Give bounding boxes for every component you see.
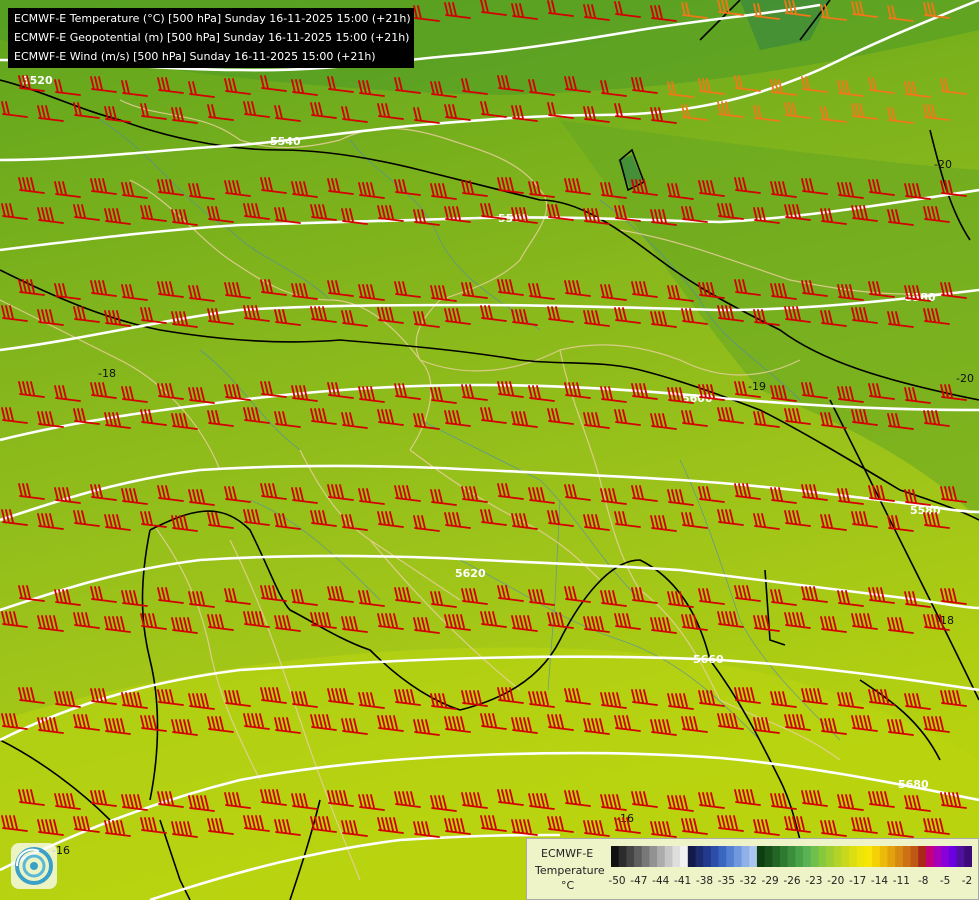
legend-swatch	[641, 846, 650, 867]
isotherm-label: -20	[934, 158, 952, 171]
legend-swatch	[626, 846, 635, 867]
legend-variable: Temperature	[535, 864, 605, 877]
legend-model: ECMWF-E	[541, 847, 594, 860]
legend-swatch	[879, 846, 889, 867]
legend-swatch	[664, 846, 674, 867]
legend-swatch	[826, 846, 835, 867]
legend-swatch	[741, 846, 750, 867]
legend-tick: -11	[892, 875, 910, 887]
legend-swatch	[872, 846, 881, 867]
legend-swatch	[933, 846, 942, 867]
geopotential-label: 5660	[693, 653, 724, 666]
legend-swatch	[695, 846, 704, 867]
legend-tick: -32	[739, 875, 757, 887]
legend-swatch	[956, 846, 965, 867]
legend-swatch	[764, 846, 773, 867]
legend-swatch	[810, 846, 819, 867]
legend-swatch	[818, 846, 827, 867]
legend-swatch	[634, 846, 643, 867]
swirl-logo-icon	[15, 847, 53, 885]
legend-swatch	[779, 846, 789, 867]
legend-swatch	[756, 846, 766, 867]
legend-swatch	[649, 846, 658, 867]
legend-swatch	[718, 846, 727, 867]
legend-swatch	[841, 846, 850, 867]
geopotential-label: 5540	[270, 135, 301, 148]
legend-tick: -5	[939, 875, 951, 887]
legend-swatch	[618, 846, 627, 867]
legend-swatch	[902, 846, 912, 867]
legend-swatch	[703, 846, 712, 867]
legend-tick: -38	[695, 875, 714, 887]
legend-swatch	[964, 846, 972, 867]
legend-swatch	[672, 846, 681, 867]
legend-swatch	[941, 846, 950, 867]
legend-tick: -8	[918, 875, 929, 887]
legend-swatch	[749, 846, 758, 867]
legend-tick: -23	[805, 875, 823, 887]
isotherm-label: -18	[98, 367, 116, 380]
legend-swatch	[657, 846, 666, 867]
legend-swatch	[733, 846, 743, 867]
geopotential-label: 5680	[898, 778, 929, 791]
map-header: ECMWF-E Temperature (°C) [500 hPa] Sunda…	[8, 8, 414, 68]
legend-swatch	[772, 846, 781, 867]
legend-tick: -47	[630, 875, 648, 887]
legend-tick: -20	[827, 875, 845, 887]
legend-tick: -50	[608, 875, 626, 887]
legend-swatch	[856, 846, 866, 867]
legend-tick: -41	[674, 875, 692, 887]
legend-color-scale	[611, 846, 972, 867]
legend-swatch	[611, 846, 620, 867]
legend-tick: -14	[870, 875, 889, 887]
legend-swatch	[849, 846, 858, 867]
legend-swatch	[726, 846, 735, 867]
header-wind-line: ECMWF-E Wind (m/s) [500 hPa] Sunday 16-1…	[14, 50, 376, 63]
weather-map: 5520 5540 5560 5580 5600 5580 5620 5660 …	[0, 0, 979, 900]
legend-tick: -44	[652, 875, 670, 887]
legend-swatch	[864, 846, 873, 867]
header-temperature-line: ECMWF-E Temperature (°C) [500 hPa] Sunda…	[14, 12, 411, 25]
legend-swatch	[895, 846, 904, 867]
temperature-legend: ECMWF-E Temperature °C -50 -47 -44 -41 -38 -3…	[526, 838, 979, 900]
legend-swatch	[803, 846, 812, 867]
isotherm-label: -20	[956, 372, 974, 385]
legend-tick: -2	[961, 875, 973, 887]
isotherm-label: -19	[748, 380, 766, 393]
provider-logo	[11, 843, 57, 889]
legend-tick: -29	[761, 875, 779, 887]
legend-tick: -26	[783, 875, 801, 887]
legend-swatch	[918, 846, 927, 867]
legend-swatch	[710, 846, 720, 867]
legend-swatch	[910, 846, 919, 867]
legend-swatch	[887, 846, 896, 867]
header-geopotential-line: ECMWF-E Geopotential (m) [500 hPa] Sunda…	[14, 31, 410, 44]
legend-swatch	[948, 846, 958, 867]
geopotential-label: 5620	[455, 567, 486, 580]
legend-swatch	[833, 846, 843, 867]
legend-swatch	[795, 846, 804, 867]
legend-tick: -17	[849, 875, 867, 887]
legend-swatch	[687, 846, 697, 867]
legend-tick: -35	[717, 875, 735, 887]
legend-tick-labels: -50 -47 -44 -41 -38 -35 -32 -29 -26 -23 -20 -17 -14-…	[608, 875, 976, 889]
legend-swatch	[925, 846, 935, 867]
legend-unit: °C	[561, 879, 575, 892]
legend-swatch	[787, 846, 796, 867]
legend-swatch	[680, 846, 689, 867]
